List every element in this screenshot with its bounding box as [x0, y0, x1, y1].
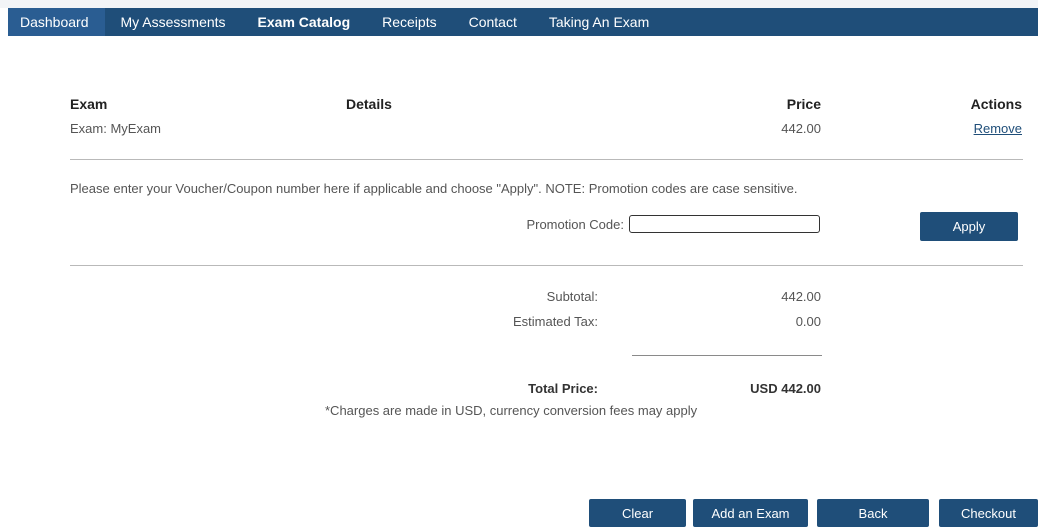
nav-contact[interactable]: Contact	[453, 8, 533, 36]
nav-my-assessments[interactable]: My Assessments	[105, 8, 242, 36]
cart-row-price: 442.00	[781, 121, 821, 136]
header-exam: Exam	[70, 96, 108, 112]
total-price-value: USD 442.00	[750, 381, 821, 396]
subtotal-label: Subtotal:	[546, 289, 598, 304]
subtotal-value: 442.00	[781, 289, 821, 304]
nav-dashboard[interactable]: Dashboard	[8, 8, 105, 36]
divider	[70, 265, 1023, 266]
nav-receipts[interactable]: Receipts	[366, 8, 452, 36]
main-nav: Dashboard My Assessments Exam Catalog Re…	[8, 8, 1038, 36]
header-actions: Actions	[970, 96, 1022, 112]
currency-note: *Charges are made in USD, currency conve…	[325, 403, 698, 418]
top-strip	[0, 0, 1038, 8]
totals-divider	[632, 355, 822, 356]
nav-taking-an-exam[interactable]: Taking An Exam	[533, 8, 665, 36]
nav-exam-catalog[interactable]: Exam Catalog	[242, 8, 367, 36]
divider	[70, 159, 1023, 160]
checkout-button[interactable]: Checkout	[939, 499, 1038, 527]
cart-row-exam: Exam: MyExam	[70, 121, 162, 136]
header-details: Details	[346, 96, 392, 112]
promo-instructions: Please enter your Voucher/Coupon number …	[70, 181, 798, 196]
estimated-tax-value: 0.00	[795, 314, 821, 329]
back-button[interactable]: Back	[817, 499, 929, 527]
header-price: Price	[786, 96, 821, 112]
remove-link[interactable]: Remove	[930, 121, 1022, 136]
add-exam-button[interactable]: Add an Exam	[693, 499, 808, 527]
apply-button[interactable]: Apply	[920, 212, 1018, 241]
promo-code-label: Promotion Code:	[526, 217, 624, 232]
promo-code-input[interactable]	[629, 215, 820, 233]
clear-button[interactable]: Clear	[589, 499, 686, 527]
estimated-tax-label: Estimated Tax:	[512, 314, 598, 329]
total-price-label: Total Price:	[528, 381, 598, 396]
